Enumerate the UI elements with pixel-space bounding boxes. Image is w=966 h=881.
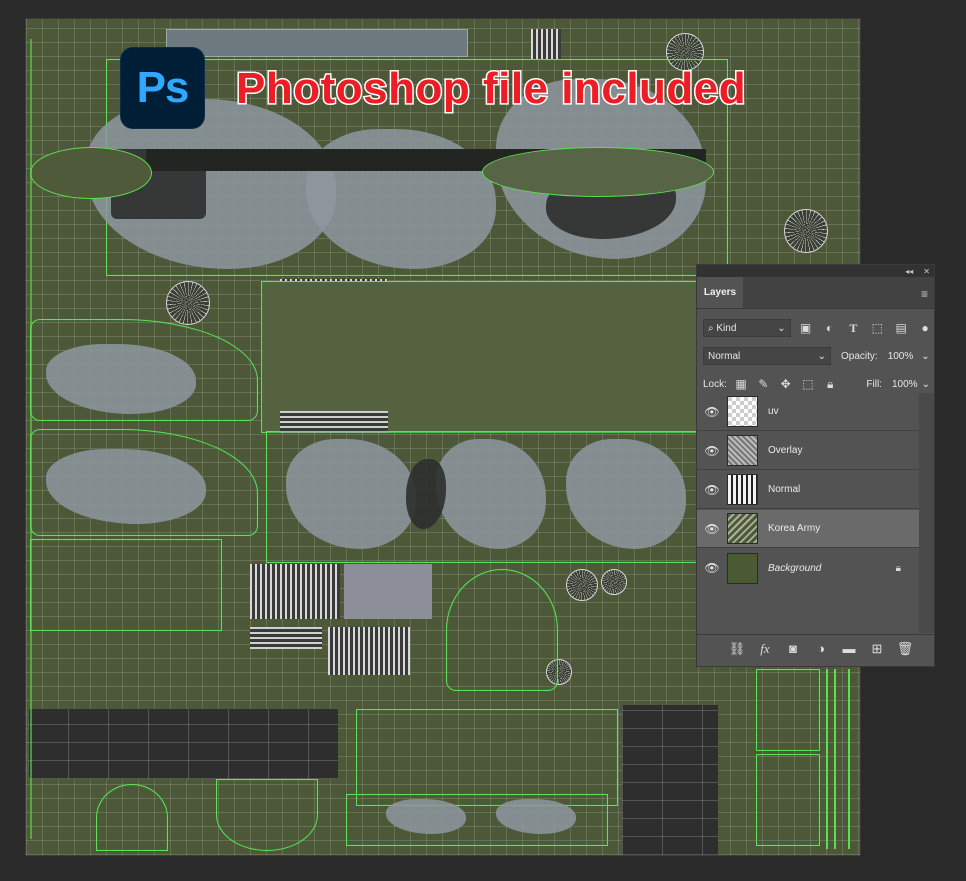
opacity-value: 100% <box>887 350 914 362</box>
fill-value: 100% <box>891 378 918 390</box>
uv-island <box>344 564 432 619</box>
new-layer-icon[interactable]: ⊞ <box>868 641 886 657</box>
uv-edge <box>30 39 32 839</box>
collapse-panel-icon[interactable]: ◂◂ <box>905 267 913 276</box>
search-icon: ⌕ <box>708 322 714 334</box>
nose-cone-uv <box>30 147 152 199</box>
chevron-down-icon: ⌄ <box>921 350 930 362</box>
adjustment-filter-icon[interactable]: ◐ <box>820 319 838 337</box>
link-layers-icon[interactable]: ⛓ <box>728 641 746 657</box>
layer-list-scrollbar[interactable] <box>919 393 934 633</box>
visibility-eye-icon[interactable]: 👁︎ <box>697 483 727 497</box>
layer-list: 👁︎ uv 👁︎ Overlay 👁︎ Normal 👁︎ Korea Army… <box>697 393 934 633</box>
panel-menu-icon[interactable]: ≡ <box>921 287 928 301</box>
layer-name: uv <box>768 406 779 417</box>
visibility-eye-icon[interactable]: 👁︎ <box>697 405 727 419</box>
uv-island <box>531 29 561 59</box>
layer-thumbnail <box>727 435 758 466</box>
opacity-field[interactable]: 100% ⌄ <box>884 347 934 365</box>
filter-toggle-icon[interactable]: ● <box>916 319 934 337</box>
layer-row[interactable]: 👁︎ Overlay <box>697 432 919 470</box>
lock-artboard-icon[interactable]: ⬚ <box>800 375 816 393</box>
uv-island-dome <box>96 784 168 851</box>
shape-filter-icon[interactable]: ⬚ <box>868 319 886 337</box>
image-filter-icon[interactable]: ▣ <box>797 319 815 337</box>
uv-island-dark <box>622 705 718 855</box>
visibility-eye-icon[interactable]: 👁︎ <box>697 444 727 458</box>
layer-thumbnail <box>727 474 758 505</box>
lock-icon: 🔒︎ <box>895 562 901 574</box>
photoshop-logo: Ps <box>121 48 204 128</box>
layer-name: Overlay <box>768 445 803 456</box>
uv-island <box>30 539 222 631</box>
uv-island <box>356 709 618 806</box>
chevron-down-icon: ⌄ <box>817 350 826 362</box>
wheel-uv <box>166 281 210 325</box>
chevron-down-icon: ⌄ <box>777 322 786 334</box>
layer-thumbnail <box>727 552 758 584</box>
trash-icon[interactable]: 🗑︎ <box>896 641 914 657</box>
lock-label: Lock: <box>703 378 727 390</box>
layer-row-selected[interactable]: 👁︎ Korea Army <box>697 510 919 548</box>
filter-row: ⌕ Kind ⌄ ▣ ◐ T ⬚ ▤ ● <box>697 315 934 341</box>
blend-row: Normal ⌄ Opacity: 100% ⌄ <box>697 343 934 369</box>
uv-island <box>756 669 820 751</box>
fill-label: Fill: <box>866 378 882 390</box>
fx-icon[interactable]: fx <box>756 641 774 657</box>
layers-panel: ◂◂ ✕ Layers ≡ ⌕ Kind ⌄ ▣ ◐ T ⬚ ▤ ● Norma… <box>696 264 935 667</box>
add-mask-icon[interactable]: ◙ <box>784 641 802 656</box>
filter-kind-value: Kind <box>716 322 737 334</box>
fill-field[interactable]: 100% ⌄ <box>888 375 934 393</box>
lock-transparent-icon[interactable]: ▦ <box>733 375 749 393</box>
layer-thumbnail <box>727 396 758 427</box>
tab-layers[interactable]: Layers <box>697 277 743 308</box>
wheel-uv <box>566 569 598 601</box>
wheel-uv <box>601 569 627 595</box>
uv-edge <box>826 669 828 849</box>
strip-uv <box>280 411 388 433</box>
blend-mode-dropdown[interactable]: Normal ⌄ <box>703 347 831 365</box>
uv-edge <box>848 669 850 849</box>
close-panel-icon[interactable]: ✕ <box>923 267 930 276</box>
type-filter-icon[interactable]: T <box>844 319 862 337</box>
layer-thumbnail <box>727 513 758 544</box>
panel-bottom-toolbar: ⛓ fx ◙ ◑ ▬ ⊞ 🗑︎ <box>697 634 934 662</box>
panel-topbar: ◂◂ ✕ <box>697 265 934 277</box>
wheel-uv <box>784 209 828 253</box>
layer-name: Normal <box>768 484 801 495</box>
adjustment-layer-icon[interactable]: ◑ <box>812 641 830 656</box>
visibility-eye-icon[interactable]: 👁︎ <box>697 522 727 536</box>
uv-island-dome <box>446 569 558 691</box>
chevron-down-icon: ⌄ <box>921 378 930 390</box>
strip-uv <box>250 564 340 619</box>
strip-uv <box>328 627 410 675</box>
uv-island <box>166 29 468 57</box>
uv-island <box>756 754 820 846</box>
panel-tab-row: Layers ≡ <box>697 277 934 309</box>
lock-position-icon[interactable]: ✥ <box>778 375 794 393</box>
opacity-label: Opacity: <box>841 350 878 362</box>
headline: Photoshop file included <box>234 63 747 115</box>
lock-paint-icon[interactable]: ✎ <box>755 375 771 393</box>
blend-mode-value: Normal <box>708 350 741 362</box>
layer-row[interactable]: 👁︎ uv <box>697 393 919 431</box>
pod-uv <box>482 147 714 197</box>
uv-edge <box>834 669 836 849</box>
visibility-eye-icon[interactable]: 👁︎ <box>697 561 727 575</box>
filter-kind-dropdown[interactable]: ⌕ Kind ⌄ <box>703 319 791 337</box>
strip-uv <box>250 627 322 649</box>
uv-island-dome <box>216 779 318 851</box>
layer-row[interactable]: 👁︎ Background 🔒︎ <box>697 549 919 587</box>
layer-row[interactable]: 👁︎ Normal <box>697 471 919 509</box>
lock-all-icon[interactable]: 🔒︎ <box>822 375 838 393</box>
photoshop-logo-text: Ps <box>136 63 190 112</box>
new-group-icon[interactable]: ▬ <box>840 641 858 656</box>
layer-name: Background <box>768 562 822 574</box>
layer-name: Korea Army <box>768 523 821 534</box>
uv-island-dark <box>28 709 338 779</box>
smart-object-filter-icon[interactable]: ▤ <box>892 319 910 337</box>
